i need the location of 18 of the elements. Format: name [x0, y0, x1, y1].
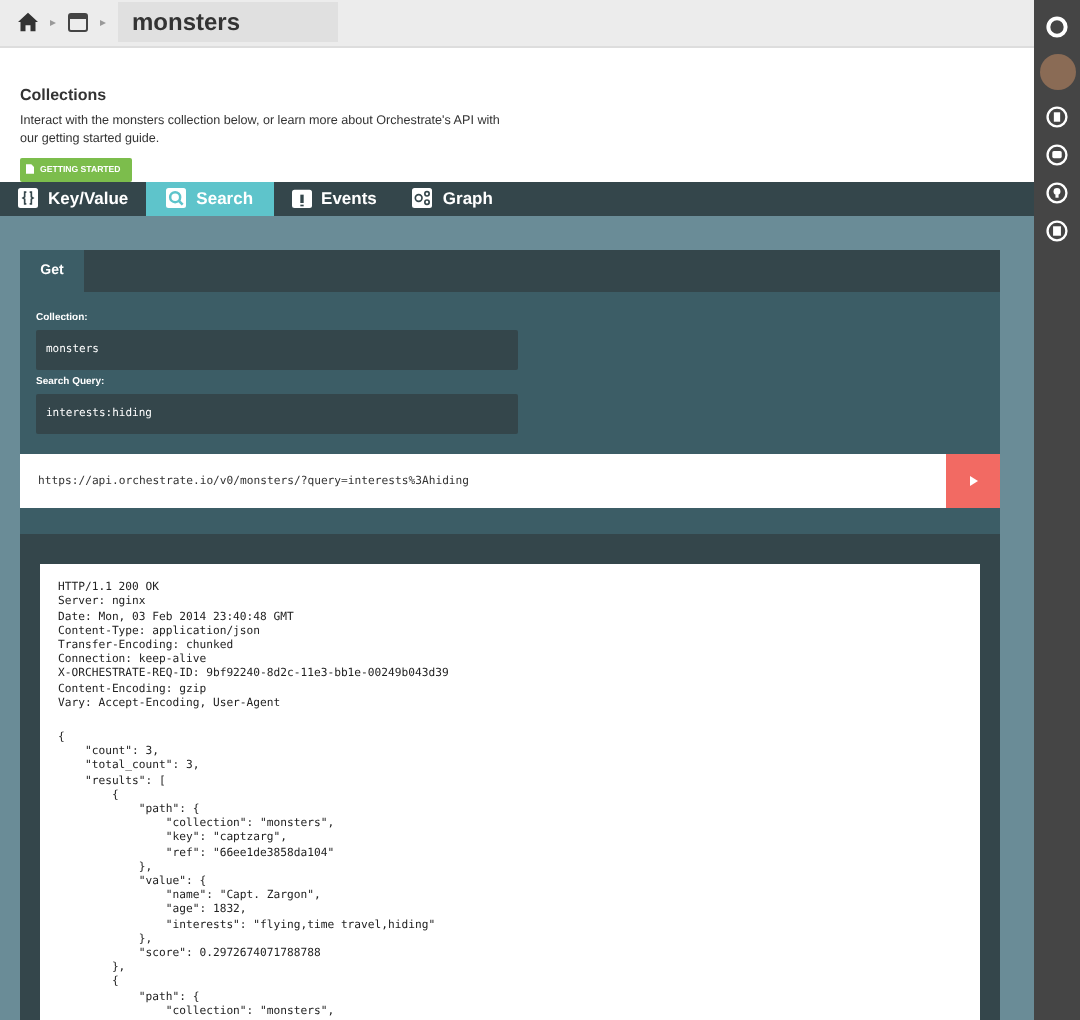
chat-icon[interactable]	[1046, 144, 1068, 166]
ring-icon[interactable]	[1046, 16, 1068, 38]
home-icon[interactable]	[18, 12, 38, 33]
search-icon	[166, 188, 187, 209]
collection-name-field[interactable]: monsters	[118, 2, 338, 43]
tab[interactable]: Events	[273, 181, 395, 217]
braces-icon	[18, 188, 38, 209]
breadcrumb-arrow-icon	[100, 19, 106, 26]
lightbulb-icon[interactable]	[1046, 182, 1068, 204]
graph-icon	[412, 188, 433, 209]
breadcrumb-arrow-icon	[50, 19, 56, 26]
tab[interactable]: Graph	[394, 181, 511, 217]
play-icon	[969, 476, 977, 487]
book-icon[interactable]	[1046, 220, 1068, 242]
tab[interactable]: Key/Value	[0, 181, 147, 217]
document-icon[interactable]	[1046, 106, 1068, 128]
document-icon	[26, 164, 34, 175]
section-title: Collections	[20, 85, 109, 104]
